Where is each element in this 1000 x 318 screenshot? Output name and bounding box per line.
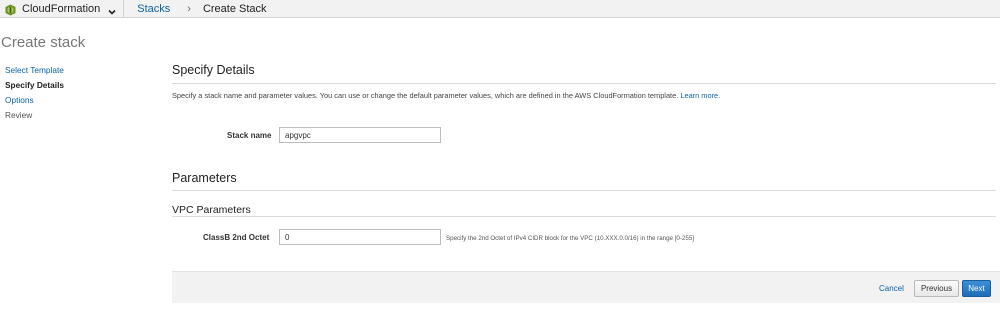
wizard-steps: Select Template Specify Details Options … xyxy=(5,63,64,123)
breadcrumb-current: Create Stack xyxy=(202,2,267,15)
section-divider xyxy=(172,190,996,191)
intro-description: Specify a stack name and parameter value… xyxy=(172,91,679,100)
breadcrumb-separator: › xyxy=(187,2,191,15)
wizard-footer: Cancel Previous Next xyxy=(172,271,1000,303)
learn-more-link[interactable]: Learn more. xyxy=(680,91,720,100)
service-label: CloudFormation xyxy=(22,2,101,15)
subsection-divider xyxy=(172,216,996,217)
vpc-parameters-heading: VPC Parameters xyxy=(172,204,251,216)
service-menu[interactable]: CloudFormation xyxy=(0,0,125,18)
cancel-button[interactable]: Cancel xyxy=(879,284,904,293)
specify-details-heading: Specify Details xyxy=(172,63,255,77)
next-button[interactable]: Next xyxy=(962,280,991,297)
stack-name-input[interactable] xyxy=(279,127,441,143)
previous-button[interactable]: Previous xyxy=(914,280,959,297)
parameters-heading: Parameters xyxy=(172,171,237,185)
step-review: Review xyxy=(5,110,33,120)
classb-octet-label: ClassB 2nd Octet xyxy=(203,233,270,242)
classb-octet-input[interactable] xyxy=(279,229,441,245)
section-divider xyxy=(172,83,996,84)
step-specify-details: Specify Details xyxy=(5,80,65,90)
breadcrumb-stacks-link[interactable]: Stacks xyxy=(137,3,170,15)
chevron-down-icon[interactable] xyxy=(107,4,117,15)
classb-help-text: Specify the 2nd Octet of IPv4 CIDR block… xyxy=(446,235,694,242)
cloudformation-icon xyxy=(5,3,16,15)
page-title: Create stack xyxy=(1,34,86,51)
step-options[interactable]: Options xyxy=(5,93,64,108)
stack-name-label: Stack name xyxy=(227,131,272,140)
step-select-template[interactable]: Select Template xyxy=(5,63,64,78)
intro-text: Specify a stack name and parameter value… xyxy=(172,91,720,100)
top-navigation-bar: CloudFormation Stacks › Create Stack xyxy=(0,0,1000,18)
